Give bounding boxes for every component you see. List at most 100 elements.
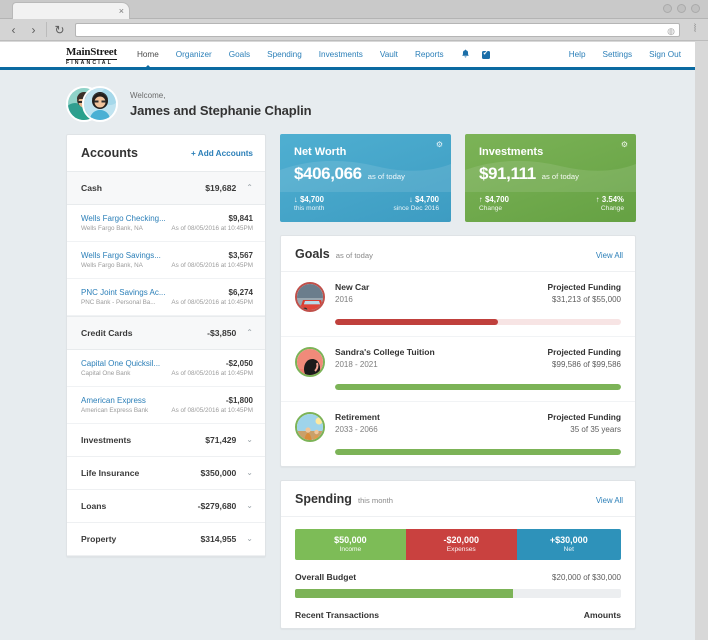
- goal-amount: $31,213 of $55,000: [552, 295, 621, 304]
- goal-row[interactable]: New Car 2016 Projected Funding $31,213 of $…: [281, 272, 635, 337]
- stat-card-title: Net Worth: [294, 146, 347, 158]
- account-institution: American Express Bank: [81, 407, 149, 414]
- account-group-header[interactable]: Investments $71,429 ⌄: [67, 424, 265, 457]
- stat-foot-left-value: ↑ $4,700: [479, 195, 509, 204]
- spending-header: Spending this month View All: [281, 481, 635, 517]
- goals-view-all-link[interactable]: View All: [596, 251, 623, 260]
- goal-progress-fill: [335, 319, 499, 325]
- account-group-amount: $314,955: [200, 534, 237, 544]
- account-group-amount: $19,682: [205, 183, 237, 193]
- goal-row[interactable]: Sandra's College Tuition 2018 - 2021 Proje…: [281, 337, 635, 402]
- window-maximize-button[interactable]: [677, 4, 686, 13]
- account-group-name: Property: [81, 534, 117, 544]
- bell-icon[interactable]: [461, 49, 470, 60]
- account-row-bottom: Wells Fargo Bank, NA As of 08/05/2016 at …: [81, 225, 253, 232]
- account-row[interactable]: Wells Fargo Savings... $3,567 Wells Fargo …: [67, 242, 265, 279]
- brand-logo[interactable]: MainStreet FINANCIAL: [66, 43, 117, 67]
- account-name-link[interactable]: Capital One Quicksil...: [81, 359, 160, 368]
- account-group-name: Investments: [81, 435, 132, 445]
- app-navbar: MainStreet FINANCIAL Home Organizer Goals S…: [0, 42, 695, 70]
- account-row[interactable]: Wells Fargo Checking... $9,841 Wells Fargo…: [67, 205, 265, 242]
- nav-link-organizer[interactable]: Organizer: [176, 50, 212, 59]
- welcome-name: James and Stephanie Chaplin: [130, 102, 312, 118]
- account-group-header[interactable]: Life Insurance $350,000 ⌄: [67, 457, 265, 490]
- account-name-link[interactable]: Wells Fargo Savings...: [81, 251, 161, 260]
- goal-funding: Projected Funding $99,586 of $99,586: [547, 347, 621, 369]
- account-row[interactable]: PNC Joint Savings Ac... $6,274 PNC Bank - …: [67, 279, 265, 316]
- account-row-bottom: PNC Bank - Personal Ba... As of 08/05/201…: [81, 299, 253, 306]
- account-updated-date: As of 08/05/2016 at 10:45PM: [171, 370, 253, 377]
- nav-link-home[interactable]: Home: [137, 50, 159, 70]
- account-row-bottom: Wells Fargo Bank, NA As of 08/05/2016 at …: [81, 262, 253, 269]
- chevron-up-icon[interactable]: ⌃: [246, 184, 253, 192]
- account-row-bottom: Capital One Bank As of 08/05/2016 at 10:4…: [81, 370, 253, 377]
- spending-card: Spending this month View All $50,000 Inco…: [280, 480, 636, 629]
- nav-link-investments[interactable]: Investments: [319, 50, 363, 59]
- account-updated-date: As of 08/05/2016 at 10:45PM: [171, 225, 253, 232]
- account-name-link[interactable]: American Express: [81, 396, 146, 405]
- goal-info: New Car 2016: [335, 282, 537, 304]
- account-group-right: $71,429 ⌄: [205, 435, 253, 445]
- segment-value: $50,000: [334, 534, 367, 545]
- account-name-link[interactable]: PNC Joint Savings Ac...: [81, 288, 165, 297]
- reload-icon[interactable]: ↻: [52, 22, 67, 37]
- account-name-link[interactable]: Wells Fargo Checking...: [81, 214, 166, 223]
- goal-row[interactable]: Retirement 2033 - 2066 Projected Funding 35…: [281, 402, 635, 466]
- car-icon: [295, 282, 325, 312]
- nav-link-settings[interactable]: Settings: [603, 50, 633, 59]
- account-group-right: -$279,680 ⌄: [198, 501, 253, 511]
- account-balance: $9,841: [228, 214, 253, 223]
- nav-link-goals[interactable]: Goals: [229, 50, 250, 59]
- nav-link-sign-out[interactable]: Sign Out: [649, 50, 681, 59]
- chevron-down-icon[interactable]: ⌄: [246, 502, 253, 510]
- goal-amount: $99,586 of $99,586: [552, 360, 621, 369]
- account-group-header[interactable]: Property $314,955 ⌄: [67, 523, 265, 556]
- menu-icon[interactable]: ⦚: [688, 23, 702, 37]
- checkbox-icon[interactable]: ✔: [481, 50, 490, 59]
- chevron-down-icon[interactable]: ⌄: [246, 535, 253, 543]
- account-row-bottom: American Express Bank As of 08/05/2016 at…: [81, 407, 253, 414]
- spending-view-all-link[interactable]: View All: [596, 496, 623, 505]
- nav-link-help[interactable]: Help: [569, 50, 586, 59]
- account-row[interactable]: American Express -$1,800 American Express …: [67, 387, 265, 424]
- browser-window: × ‹ › ↻ ◍ ⦚ MainStreet FINANCIAL Home Org…: [0, 0, 708, 640]
- browser-tab[interactable]: ×: [12, 2, 130, 19]
- goal-progress-bar: [335, 319, 621, 325]
- add-accounts-button[interactable]: + Add Accounts: [191, 149, 253, 158]
- goal-progress-fill: [335, 449, 621, 455]
- account-group-header[interactable]: Loans -$279,680 ⌄: [67, 490, 265, 523]
- welcome-text: Welcome, James and Stephanie Chaplin: [130, 91, 312, 118]
- budget-value: $20,000 of $30,000: [552, 573, 621, 582]
- stat-foot-right-label: Change: [600, 205, 624, 212]
- nav-link-spending[interactable]: Spending: [267, 50, 302, 59]
- nav-link-reports[interactable]: Reports: [415, 50, 444, 59]
- tab-close-icon[interactable]: ×: [119, 5, 124, 17]
- goal-name: Sandra's College Tuition: [335, 347, 435, 357]
- chevron-down-icon[interactable]: ⌄: [246, 469, 253, 477]
- window-close-button[interactable]: [691, 4, 700, 13]
- stat-foot-right: ↓ $4,700 since Dec 2016: [394, 195, 439, 212]
- account-balance: $3,567: [228, 251, 253, 260]
- welcome-greeting: Welcome,: [130, 90, 166, 100]
- nav-right-links: Help Settings Sign Out: [569, 50, 681, 59]
- account-group-header[interactable]: Credit Cards -$3,850 ⌃: [67, 316, 265, 350]
- forward-icon[interactable]: ›: [26, 22, 41, 37]
- account-group-header[interactable]: Cash $19,682 ⌃: [67, 171, 265, 205]
- account-balance: -$2,050: [225, 359, 253, 368]
- goal-top: Sandra's College Tuition 2018 - 2021 Proje…: [295, 347, 621, 377]
- window-minimize-button[interactable]: [663, 4, 672, 13]
- welcome-header: Welcome, James and Stephanie Chaplin: [0, 70, 695, 134]
- avatar[interactable]: [82, 86, 118, 122]
- chevron-down-icon[interactable]: ⌄: [246, 436, 253, 444]
- address-bar[interactable]: ◍: [75, 22, 680, 37]
- segment-value: -$20,000: [443, 534, 479, 545]
- chevron-up-icon[interactable]: ⌃: [246, 329, 253, 337]
- account-row[interactable]: Capital One Quicksil... -$2,050 Capital On…: [67, 350, 265, 387]
- goals-subtitle: as of today: [335, 251, 373, 260]
- goal-projected-label: Projected Funding: [547, 412, 621, 422]
- back-icon[interactable]: ‹: [6, 22, 21, 37]
- account-institution: PNC Bank - Personal Ba...: [81, 299, 156, 306]
- goal-projected-label: Projected Funding: [547, 347, 621, 357]
- nav-link-vault[interactable]: Vault: [380, 50, 398, 59]
- goal-top: New Car 2016 Projected Funding $31,213 of $…: [295, 282, 621, 312]
